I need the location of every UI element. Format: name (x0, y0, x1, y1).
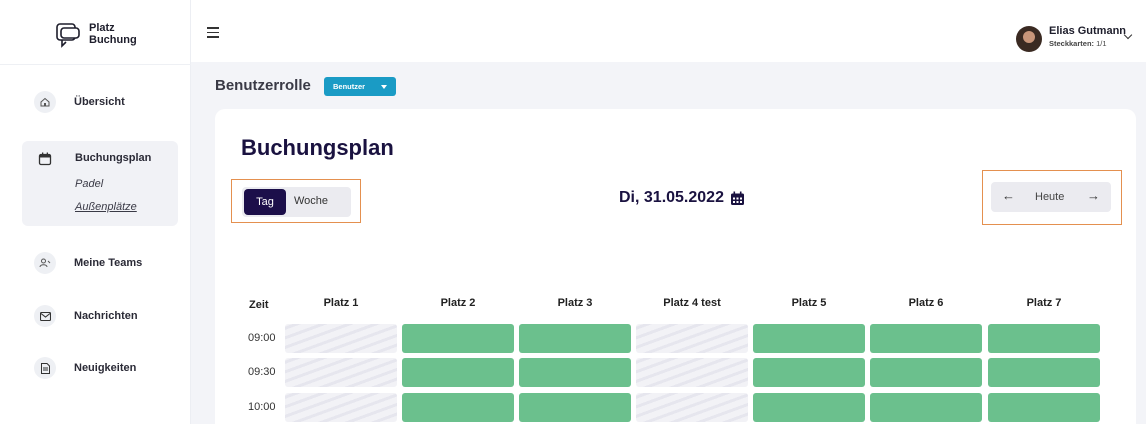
sidebar: Platz Buchung Übersicht Buchungsplan Pad… (0, 0, 191, 424)
logo-icon (56, 23, 80, 48)
sidebar-item-label: Buchungsplan (75, 152, 152, 164)
page-title: Buchungsplan (241, 135, 394, 160)
view-week-button[interactable]: Woche (294, 195, 328, 207)
sidebar-item-label: Nachrichten (74, 310, 138, 322)
steckkarten-label: Steckkarten: (1049, 39, 1095, 48)
slot-free[interactable] (753, 393, 865, 422)
slot-free[interactable] (870, 324, 982, 353)
column-header: Platz 5 (791, 297, 827, 309)
slot-free[interactable] (988, 393, 1100, 422)
user-steckkarten: Steckkarten: 1/1 (1049, 39, 1107, 48)
slot-free[interactable] (519, 393, 631, 422)
chevron-down-icon[interactable] (1123, 30, 1133, 40)
sidebar-item-neuigkeiten[interactable]: Neuigkeiten (22, 357, 178, 379)
slot-blocked (636, 393, 748, 422)
sidebar-item-label: Neuigkeiten (74, 362, 137, 374)
sidebar-item-meine-teams[interactable]: Meine Teams (22, 252, 178, 274)
avatar[interactable] (1016, 26, 1042, 52)
sidebar-item-label: Meine Teams (74, 257, 143, 269)
column-header: Platz 4 test (663, 297, 721, 309)
view-toggle: Tag Woche (242, 187, 351, 217)
slot-free[interactable] (402, 393, 514, 422)
booking-card: Buchungsplan Tag Woche Di, 31.05.2022 ← … (215, 109, 1136, 424)
calendar-icon (38, 152, 52, 166)
slot-free[interactable] (870, 358, 982, 387)
slot-free[interactable] (519, 324, 631, 353)
sidebar-item-uebersicht[interactable]: Übersicht (22, 91, 178, 113)
view-day-button[interactable]: Tag (244, 189, 286, 215)
news-icon (34, 357, 56, 379)
slot-blocked (285, 358, 397, 387)
time-label: 10:00 (248, 401, 276, 413)
time-column-header: Zeit (249, 299, 269, 311)
home-icon (34, 91, 56, 113)
column-header: Platz 3 (557, 297, 593, 309)
sidebar-item-buchungsplan[interactable]: Buchungsplan Padel Außenplätze (22, 141, 178, 226)
mail-icon (34, 305, 56, 327)
sidebar-subitem-padel[interactable]: Padel (75, 178, 103, 190)
slot-free[interactable] (988, 358, 1100, 387)
sidebar-divider (0, 64, 191, 65)
arrow-right-icon[interactable]: → (1087, 188, 1100, 203)
column-header: Platz 7 (1026, 297, 1062, 309)
time-label: 09:30 (248, 366, 276, 378)
current-date: Di, 31.05.2022 (619, 189, 724, 206)
top-bar: Elias Gutmann Steckkarten: 1/1 (191, 0, 1146, 62)
slot-blocked (636, 324, 748, 353)
today-button[interactable]: Heute (1035, 191, 1064, 203)
sidebar-item-nachrichten[interactable]: Nachrichten (22, 305, 178, 327)
slot-free[interactable] (519, 358, 631, 387)
slot-free[interactable] (402, 358, 514, 387)
logo-text: Platz Buchung (89, 22, 137, 46)
slot-free[interactable] (402, 324, 514, 353)
caret-down-icon (381, 85, 387, 89)
user-name[interactable]: Elias Gutmann (1049, 25, 1126, 37)
slot-blocked (285, 324, 397, 353)
steckkarten-value: 1/1 (1096, 39, 1107, 48)
logo-line-2: Buchung (89, 34, 137, 46)
calendar-icon[interactable] (730, 191, 745, 206)
slot-free[interactable] (753, 324, 865, 353)
role-dropdown[interactable]: Benutzer (324, 77, 396, 96)
date-nav: ← Heute → (991, 182, 1111, 212)
role-label: Benutzerrolle (215, 77, 311, 94)
team-icon (34, 252, 56, 274)
arrow-left-icon[interactable]: ← (1002, 188, 1015, 203)
column-header: Platz 2 (440, 297, 476, 309)
sidebar-item-label: Übersicht (74, 96, 125, 108)
slot-blocked (285, 393, 397, 422)
date-display[interactable]: Di, 31.05.2022 (619, 189, 745, 207)
time-label: 09:00 (248, 332, 276, 344)
date-nav-highlight: ← Heute → (982, 170, 1122, 225)
sidebar-subitem-aussenplaetze[interactable]: Außenplätze (75, 201, 137, 213)
column-header: Platz 1 (323, 297, 359, 309)
logo[interactable]: Platz Buchung (55, 22, 137, 48)
slot-free[interactable] (988, 324, 1100, 353)
logo-line-1: Platz (89, 22, 115, 34)
column-header: Platz 6 (908, 297, 944, 309)
slot-blocked (636, 358, 748, 387)
slot-free[interactable] (753, 358, 865, 387)
slot-free[interactable] (870, 393, 982, 422)
menu-icon[interactable] (207, 27, 219, 38)
view-toggle-highlight: Tag Woche (231, 179, 361, 223)
role-selected: Benutzer (333, 82, 366, 91)
